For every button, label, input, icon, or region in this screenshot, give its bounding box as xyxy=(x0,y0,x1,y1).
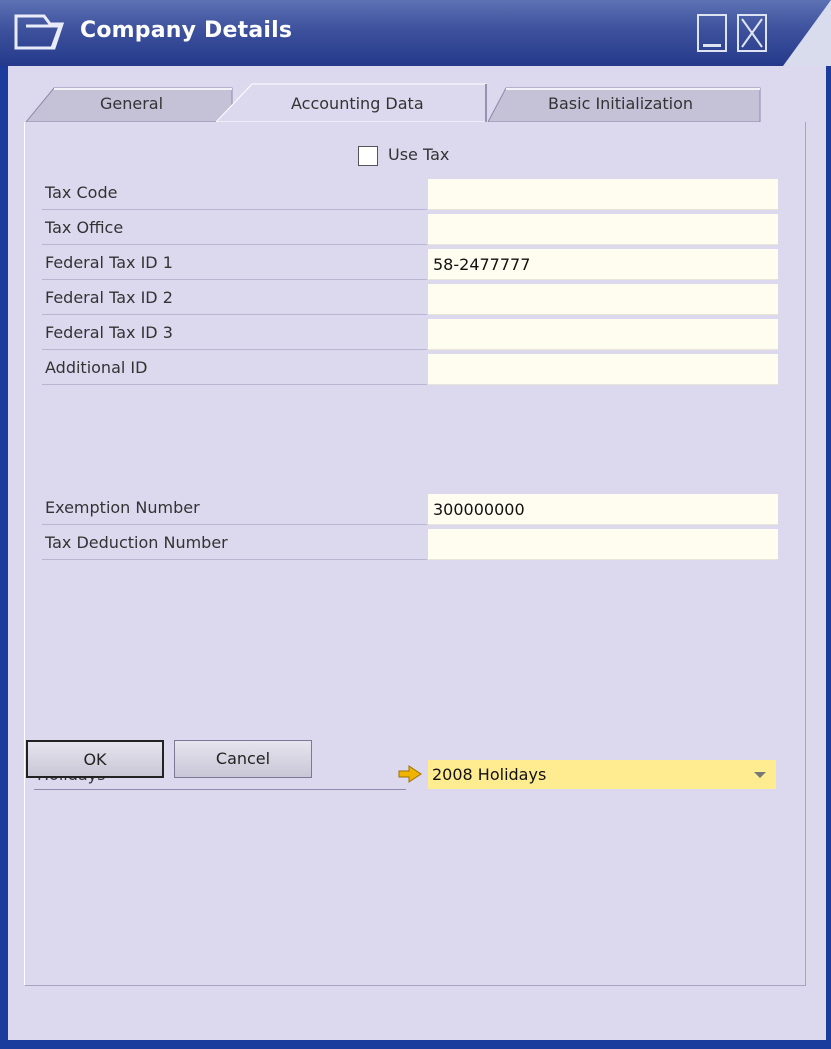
tab-accounting-data-label: Accounting Data xyxy=(291,94,424,113)
link-arrow-icon[interactable] xyxy=(397,764,423,784)
title-bar[interactable]: Company Details xyxy=(0,0,831,66)
tax-code-label: Tax Code xyxy=(42,176,427,210)
use-tax-checkbox[interactable] xyxy=(358,146,378,166)
federal-tax-id-1-field[interactable]: 58-2477777 xyxy=(428,249,778,280)
close-button[interactable] xyxy=(737,14,767,52)
tax-code-field[interactable] xyxy=(428,179,778,210)
window-title: Company Details xyxy=(80,18,293,43)
tab-basic-initialization-label: Basic Initialization xyxy=(548,94,694,113)
holidays-selected-value: 2008 Holidays xyxy=(432,765,547,784)
use-tax-label[interactable]: Use Tax xyxy=(388,145,449,164)
federal-tax-id-3-label: Federal Tax ID 3 xyxy=(42,316,427,350)
tax-deduction-number-label: Tax Deduction Number xyxy=(42,526,427,560)
company-details-window: Company Details General Accounting Data xyxy=(0,0,831,1049)
tab-general-label: General xyxy=(100,94,164,113)
tax-office-label: Tax Office xyxy=(42,211,427,245)
holidays-dropdown[interactable]: 2008 Holidays xyxy=(428,760,776,789)
federal-tax-id-2-label: Federal Tax ID 2 xyxy=(42,281,427,315)
tab-accounting-data[interactable]: Accounting Data xyxy=(216,82,492,122)
form-icon xyxy=(14,14,64,50)
tax-office-field[interactable] xyxy=(428,214,778,245)
minimize-button[interactable] xyxy=(697,14,727,52)
federal-tax-id-1-label: Federal Tax ID 1 xyxy=(42,246,427,280)
tab-basic-initialization[interactable]: Basic Initialization xyxy=(488,82,766,122)
tab-general[interactable]: General xyxy=(26,82,238,122)
title-bar-corner xyxy=(783,0,831,66)
ok-button[interactable]: OK xyxy=(26,740,164,778)
additional-id-field[interactable] xyxy=(428,354,778,385)
tax-deduction-number-field[interactable] xyxy=(428,529,778,560)
exemption-number-field[interactable]: 300000000 xyxy=(428,494,778,525)
exemption-number-label: Exemption Number xyxy=(42,491,427,525)
additional-id-label: Additional ID xyxy=(42,351,427,385)
cancel-button[interactable]: Cancel xyxy=(174,740,312,778)
close-icon xyxy=(741,18,763,48)
chevron-down-icon[interactable] xyxy=(754,772,766,778)
federal-tax-id-3-field[interactable] xyxy=(428,319,778,350)
federal-tax-id-2-field[interactable] xyxy=(428,284,778,315)
